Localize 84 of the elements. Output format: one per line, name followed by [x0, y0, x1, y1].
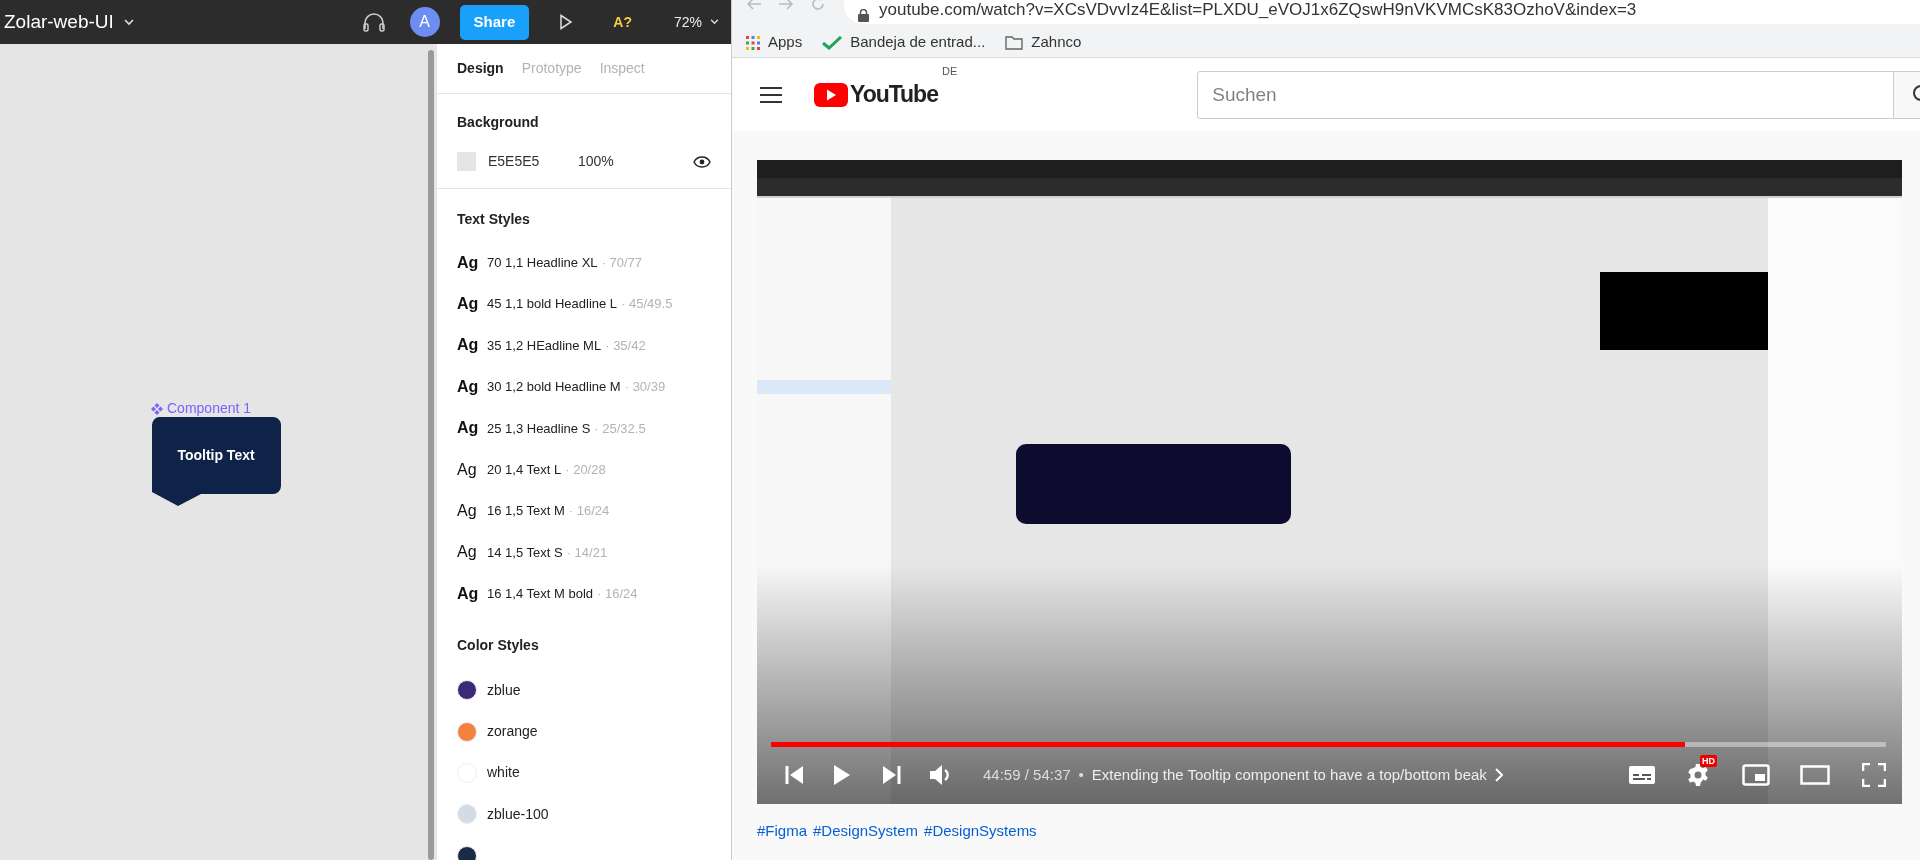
- scrollbar[interactable]: [428, 50, 434, 860]
- eye-icon[interactable]: [693, 155, 711, 168]
- subtitles-icon[interactable]: [1628, 765, 1656, 785]
- style-name: 70 1,1 Headline XL: [487, 253, 598, 272]
- settings-icon[interactable]: [1686, 763, 1710, 787]
- zoom-level[interactable]: 72%: [673, 11, 702, 33]
- canvas[interactable]: Component 1 Tooltip Text: [0, 44, 425, 860]
- previous-icon[interactable]: [785, 765, 805, 785]
- address-bar[interactable]: youtube.com/watch?v=XCsVDvvIz4E&list=PLXDU_eVOJ1x6ZQswH9nVKVMCsK83OzhoV&index=3: [844, 0, 1920, 24]
- style-preview: Ag: [457, 583, 480, 604]
- bookmark-link[interactable]: Apps: [746, 31, 803, 54]
- chapter-title[interactable]: Extending the Tooltip component to have a top/bottom beak: [1091, 763, 1487, 787]
- url-text: youtube.com/watch?v=XCsVDvvIz4E&list=PLXDU_eVOJ1x6ZQswH9nVKVMCsK83OzhoV&index=3: [879, 0, 1637, 21]
- style-name: 14 1,5 Text S: [487, 543, 563, 562]
- section-heading: Background: [457, 113, 540, 132]
- tooltip-text: Tooltip Text: [176, 446, 256, 465]
- opacity-value[interactable]: 100%: [578, 151, 614, 172]
- fullscreen-icon[interactable]: [1862, 763, 1886, 787]
- style-name: 25 1,3 Headline S: [487, 419, 591, 438]
- section-heading: Color Styles: [457, 635, 540, 655]
- style-size: · 14/21: [566, 543, 608, 562]
- color-swatch[interactable]: [457, 680, 477, 701]
- headphones-icon[interactable]: [361, 11, 386, 33]
- youtube-play-icon: [814, 82, 848, 107]
- component-icon: [151, 402, 163, 415]
- miniplayer-icon[interactable]: [1742, 764, 1770, 786]
- style-preview: Ag: [457, 252, 480, 273]
- style-name: 20 1,4 Text L: [487, 460, 562, 479]
- hashtag-link[interactable]: #DesignSystem: [813, 820, 919, 843]
- style-name: 45 1,1 bold Headline L: [487, 295, 618, 314]
- color-swatch[interactable]: [457, 804, 477, 825]
- color-hex-value[interactable]: E5E5E5: [488, 151, 578, 172]
- search-field[interactable]: Suchen: [1197, 70, 1895, 119]
- chevron-down-icon[interactable]: [123, 18, 134, 26]
- style-preview: Ag: [457, 542, 478, 563]
- folder-icon: [1005, 35, 1024, 50]
- style-preview: Ag: [457, 501, 478, 522]
- color-swatch[interactable]: [457, 152, 476, 171]
- logo-text: YouTube: [850, 80, 938, 110]
- file-name[interactable]: Zolar-web-UI: [4, 7, 114, 37]
- style-preview: Ag: [457, 376, 480, 397]
- color-style-name[interactable]: white: [487, 762, 520, 784]
- hashtag-link[interactable]: #DesignSystems: [924, 820, 1037, 843]
- section-heading: Text Styles: [457, 210, 531, 229]
- chevron-down-icon[interactable]: [710, 19, 719, 25]
- style-name: 16 1,4 Text M bold: [487, 585, 593, 604]
- separator: •: [1078, 764, 1084, 785]
- region-code: DE: [941, 64, 958, 80]
- style-size: · 20/28: [565, 460, 606, 479]
- panel-tab[interactable]: Design: [457, 58, 504, 79]
- bookmark-link[interactable]: Bandeja de entrad...: [822, 31, 986, 54]
- hashtag-link[interactable]: #Figma: [757, 820, 808, 843]
- missing-fonts-indicator[interactable]: A?: [613, 11, 632, 33]
- hd-badge: HD: [1700, 755, 1717, 767]
- apps-grid-icon: [746, 35, 760, 50]
- checkmark-icon: [822, 35, 843, 50]
- bookmark-link[interactable]: Zahnco: [1005, 31, 1082, 54]
- style-size: · 16/24: [568, 502, 610, 521]
- color-style-name[interactable]: zblue-100: [487, 803, 549, 825]
- lock-icon: [858, 9, 869, 22]
- play-icon[interactable]: [559, 14, 574, 30]
- style-preview: Ag: [457, 418, 480, 439]
- chevron-right-icon[interactable]: [1494, 768, 1503, 782]
- style-size: · 35/42: [605, 336, 646, 355]
- time-display: 44:59 / 54:37: [983, 764, 1071, 785]
- style-size: · 30/39: [624, 378, 666, 397]
- style-name: 16 1,5 Text M: [487, 502, 565, 521]
- style-size: · 70/77: [601, 253, 643, 272]
- style-preview: Ag: [457, 459, 478, 480]
- style-size: · 25/32.5: [594, 419, 646, 438]
- style-size: · 45/49.5: [621, 295, 673, 314]
- color-style-name[interactable]: zorange: [487, 721, 538, 743]
- color-style-name[interactable]: zblue: [487, 679, 521, 701]
- theater-mode-icon[interactable]: [1800, 765, 1830, 785]
- style-preview: Ag: [457, 335, 480, 356]
- next-icon[interactable]: [881, 765, 901, 785]
- style-name: 35 1,2 HEadline ML: [487, 336, 602, 355]
- color-swatch[interactable]: [457, 845, 477, 860]
- style-name: 30 1,2 bold Headline M: [487, 378, 621, 397]
- tooltip-drawing[interactable]: [151, 417, 283, 507]
- color-swatch[interactable]: [457, 721, 477, 742]
- menu-icon[interactable]: [760, 86, 782, 103]
- style-size: · 16/24: [597, 585, 638, 604]
- style-preview: Ag: [457, 294, 480, 315]
